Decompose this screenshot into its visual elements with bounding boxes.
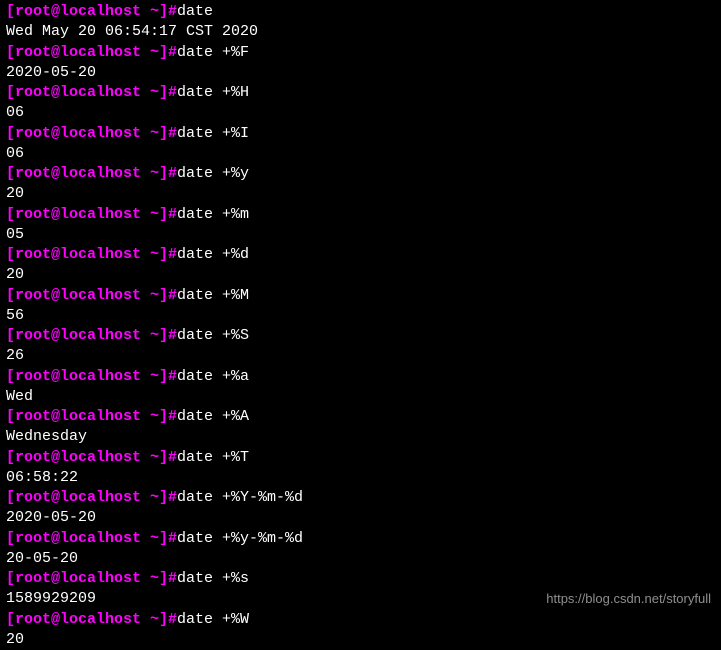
shell-prompt: [root@localhost ~]# <box>6 287 177 304</box>
command-output: 2020-05-20 <box>6 508 715 528</box>
command-text: date +%a <box>177 368 249 385</box>
command-text: date +%Y-%m-%d <box>177 489 303 506</box>
command-text: date +%y-%m-%d <box>177 530 303 547</box>
command-text: date +%H <box>177 84 249 101</box>
command-text: date <box>177 3 213 20</box>
command-output: 20 <box>6 265 715 285</box>
command-output: 06 <box>6 103 715 123</box>
command-output: 20 <box>6 184 715 204</box>
command-line: [root@localhost ~]#date +%T <box>6 448 715 468</box>
command-text: date +%W <box>177 611 249 628</box>
command-line: [root@localhost ~]#date +%d <box>6 245 715 265</box>
command-line: [root@localhost ~]#date +%M <box>6 286 715 306</box>
shell-prompt: [root@localhost ~]# <box>6 489 177 506</box>
command-text: date +%I <box>177 125 249 142</box>
shell-prompt: [root@localhost ~]# <box>6 408 177 425</box>
shell-prompt: [root@localhost ~]# <box>6 165 177 182</box>
shell-prompt: [root@localhost ~]# <box>6 246 177 263</box>
command-text: date +%S <box>177 327 249 344</box>
shell-prompt: [root@localhost ~]# <box>6 84 177 101</box>
command-line: [root@localhost ~]#date +%I <box>6 124 715 144</box>
command-output: 06 <box>6 144 715 164</box>
command-output: 20-05-20 <box>6 549 715 569</box>
command-text: date +%d <box>177 246 249 263</box>
command-line: [root@localhost ~]#date +%W <box>6 610 715 630</box>
command-text: date +%F <box>177 44 249 61</box>
command-output: 56 <box>6 306 715 326</box>
command-line: [root@localhost ~]#date +%S <box>6 326 715 346</box>
shell-prompt: [root@localhost ~]# <box>6 327 177 344</box>
command-output: 05 <box>6 225 715 245</box>
shell-prompt: [root@localhost ~]# <box>6 206 177 223</box>
command-line: [root@localhost ~]#date <box>6 2 715 22</box>
command-line: [root@localhost ~]#date +%m <box>6 205 715 225</box>
shell-prompt: [root@localhost ~]# <box>6 570 177 587</box>
shell-prompt: [root@localhost ~]# <box>6 449 177 466</box>
command-text: date +%M <box>177 287 249 304</box>
command-line: [root@localhost ~]#date +%Y-%m-%d <box>6 488 715 508</box>
command-line: [root@localhost ~]#date +%y-%m-%d <box>6 529 715 549</box>
shell-prompt: [root@localhost ~]# <box>6 368 177 385</box>
shell-prompt: [root@localhost ~]# <box>6 530 177 547</box>
shell-prompt: [root@localhost ~]# <box>6 44 177 61</box>
shell-prompt: [root@localhost ~]# <box>6 3 177 20</box>
command-output: 26 <box>6 346 715 366</box>
command-line: [root@localhost ~]#date +%H <box>6 83 715 103</box>
command-text: date +%s <box>177 570 249 587</box>
command-line: [root@localhost ~]#date +%A <box>6 407 715 427</box>
command-output: Wednesday <box>6 427 715 447</box>
shell-prompt: [root@localhost ~]# <box>6 611 177 628</box>
command-output: Wed May 20 06:54:17 CST 2020 <box>6 22 715 42</box>
command-output: 2020-05-20 <box>6 63 715 83</box>
terminal-output: [root@localhost ~]#dateWed May 20 06:54:… <box>6 2 715 650</box>
command-output: 06:58:22 <box>6 468 715 488</box>
command-text: date +%T <box>177 449 249 466</box>
command-output: 20 <box>6 630 715 650</box>
command-text: date +%A <box>177 408 249 425</box>
command-line: [root@localhost ~]#date +%a <box>6 367 715 387</box>
watermark-text: https://blog.csdn.net/storyfull <box>546 590 711 608</box>
command-text: date +%y <box>177 165 249 182</box>
command-line: [root@localhost ~]#date +%s <box>6 569 715 589</box>
command-line: [root@localhost ~]#date +%F <box>6 43 715 63</box>
command-line: [root@localhost ~]#date +%y <box>6 164 715 184</box>
command-output: Wed <box>6 387 715 407</box>
shell-prompt: [root@localhost ~]# <box>6 125 177 142</box>
command-text: date +%m <box>177 206 249 223</box>
